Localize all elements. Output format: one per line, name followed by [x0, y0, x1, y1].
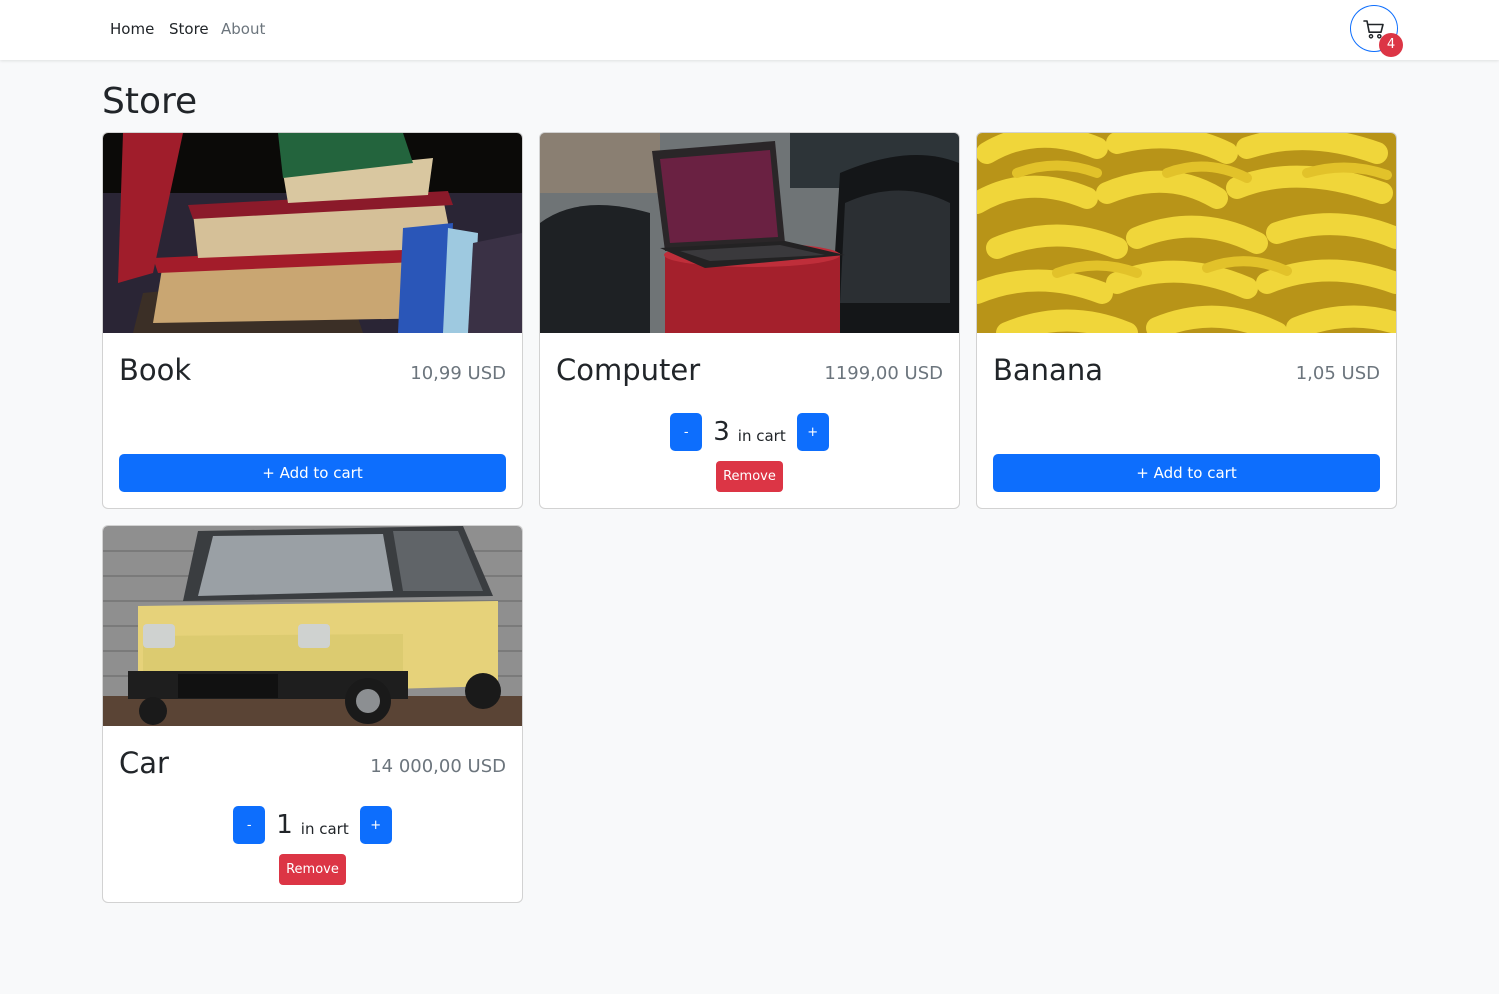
navbar: Home Store About 4: [0, 0, 1499, 60]
product-price: 14 000,00 USD: [370, 756, 506, 777]
cart-quantity: 1: [276, 810, 293, 840]
computer-image: [540, 133, 959, 333]
in-cart-label: in cart: [300, 820, 349, 838]
cart-quantity: 3: [713, 417, 730, 447]
remove-button[interactable]: Remove: [716, 461, 783, 492]
nav-link-home[interactable]: Home: [110, 19, 154, 39]
product-name: Banana: [993, 353, 1103, 387]
product-price: 10,99 USD: [410, 363, 506, 384]
banana-image: [977, 133, 1396, 333]
add-to-cart-button[interactable]: + Add to cart: [119, 454, 506, 492]
nav-link-about[interactable]: About: [221, 19, 265, 39]
product-card-book: Book 10,99 USD + Add to cart: [102, 132, 523, 509]
product-name: Computer: [556, 353, 701, 387]
product-name: Car: [119, 746, 169, 780]
decrease-button[interactable]: -: [233, 806, 266, 844]
product-card-computer: Computer 1199,00 USD - 3 in cart + Remov…: [539, 132, 960, 509]
cart-count-badge: 4: [1379, 33, 1403, 57]
remove-button[interactable]: Remove: [279, 854, 346, 885]
product-price: 1,05 USD: [1295, 363, 1380, 384]
in-cart-label: in cart: [737, 427, 786, 445]
product-card-car: Car 14 000,00 USD - 1 in cart + Remove: [102, 525, 523, 903]
product-card-banana: Banana 1,05 USD + Add to cart: [976, 132, 1397, 509]
nav-link-store[interactable]: Store: [169, 19, 209, 39]
car-image: [103, 526, 522, 726]
book-image: [103, 133, 522, 333]
product-name: Book: [119, 353, 192, 387]
product-price: 1199,00 USD: [824, 363, 943, 384]
page-title: Store: [102, 81, 198, 122]
quantity-stepper: - 1 in cart +: [103, 806, 522, 844]
decrease-button[interactable]: -: [670, 413, 703, 451]
quantity-stepper: - 3 in cart +: [540, 413, 959, 451]
increase-button[interactable]: +: [359, 806, 392, 844]
add-to-cart-button[interactable]: + Add to cart: [993, 454, 1380, 492]
increase-button[interactable]: +: [796, 413, 829, 451]
